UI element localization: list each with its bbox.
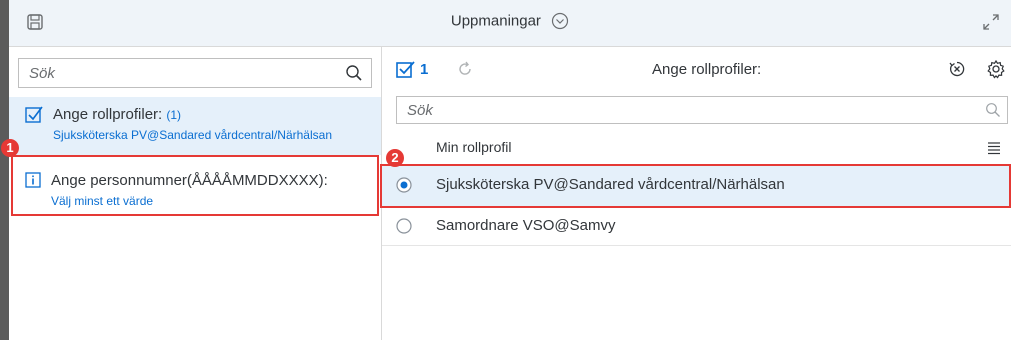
header-title-group[interactable]: Uppmaningar: [9, 12, 1011, 30]
left-edge-bar: [0, 0, 9, 340]
annotation-badge-1: 1: [1, 139, 19, 157]
value-search-input[interactable]: Sök: [396, 96, 1008, 124]
prompt-item-title: Ange rollprofiler: (1): [53, 106, 182, 123]
search-placeholder: Sök: [29, 65, 55, 82]
prompt-search-input[interactable]: Sök: [18, 58, 372, 88]
search-icon[interactable]: [345, 64, 363, 82]
dialog-header: Uppmaningar: [9, 0, 1011, 47]
clear-selection-icon[interactable]: [948, 60, 966, 78]
annotation-highlight-1: [11, 155, 379, 216]
search-icon[interactable]: [985, 102, 1001, 118]
gear-icon[interactable]: [986, 59, 1006, 79]
selected-items-icon[interactable]: [396, 60, 416, 78]
header-title: Uppmaningar: [450, 12, 541, 30]
checkbox-checked-icon: [25, 106, 43, 123]
chevron-down-circle-icon[interactable]: [551, 12, 569, 30]
search-placeholder: Sök: [407, 102, 433, 119]
prompt-item-rollprofiler[interactable]: Ange rollprofiler: (1) Sjuksköterska PV@…: [9, 97, 381, 155]
value-option-label: Samordnare VSO@Samvy: [436, 217, 616, 234]
annotation-highlight-2: [380, 164, 1011, 208]
expand-icon[interactable]: [981, 12, 1001, 32]
annotation-badge-2: 2: [386, 149, 404, 167]
refresh-icon[interactable]: [456, 60, 474, 78]
value-pane-title: Ange rollprofiler:: [652, 61, 762, 78]
prompt-list-pane: Sök Ange rollprofiler: (1) Sjuksköterska…: [1, 47, 382, 340]
radio-unselected-icon[interactable]: [396, 218, 412, 234]
prompt-item-count: (1): [166, 108, 182, 122]
column-header-label: Min rollprofil: [436, 139, 512, 155]
value-toolbar: 1 Ange rollprofiler:: [382, 47, 1011, 91]
selected-count[interactable]: 1: [420, 61, 428, 78]
list-menu-icon[interactable]: [987, 141, 1001, 155]
value-option-row[interactable]: Samordnare VSO@Samvy: [382, 207, 1011, 246]
value-selection-pane: 1 Ange rollprofiler: Sök Min rollprofil: [380, 47, 1011, 340]
value-list-header: Min rollprofil: [382, 131, 1011, 166]
prompt-item-value: Sjuksköterska PV@Sandared vårdcentral/Nä…: [53, 128, 332, 142]
